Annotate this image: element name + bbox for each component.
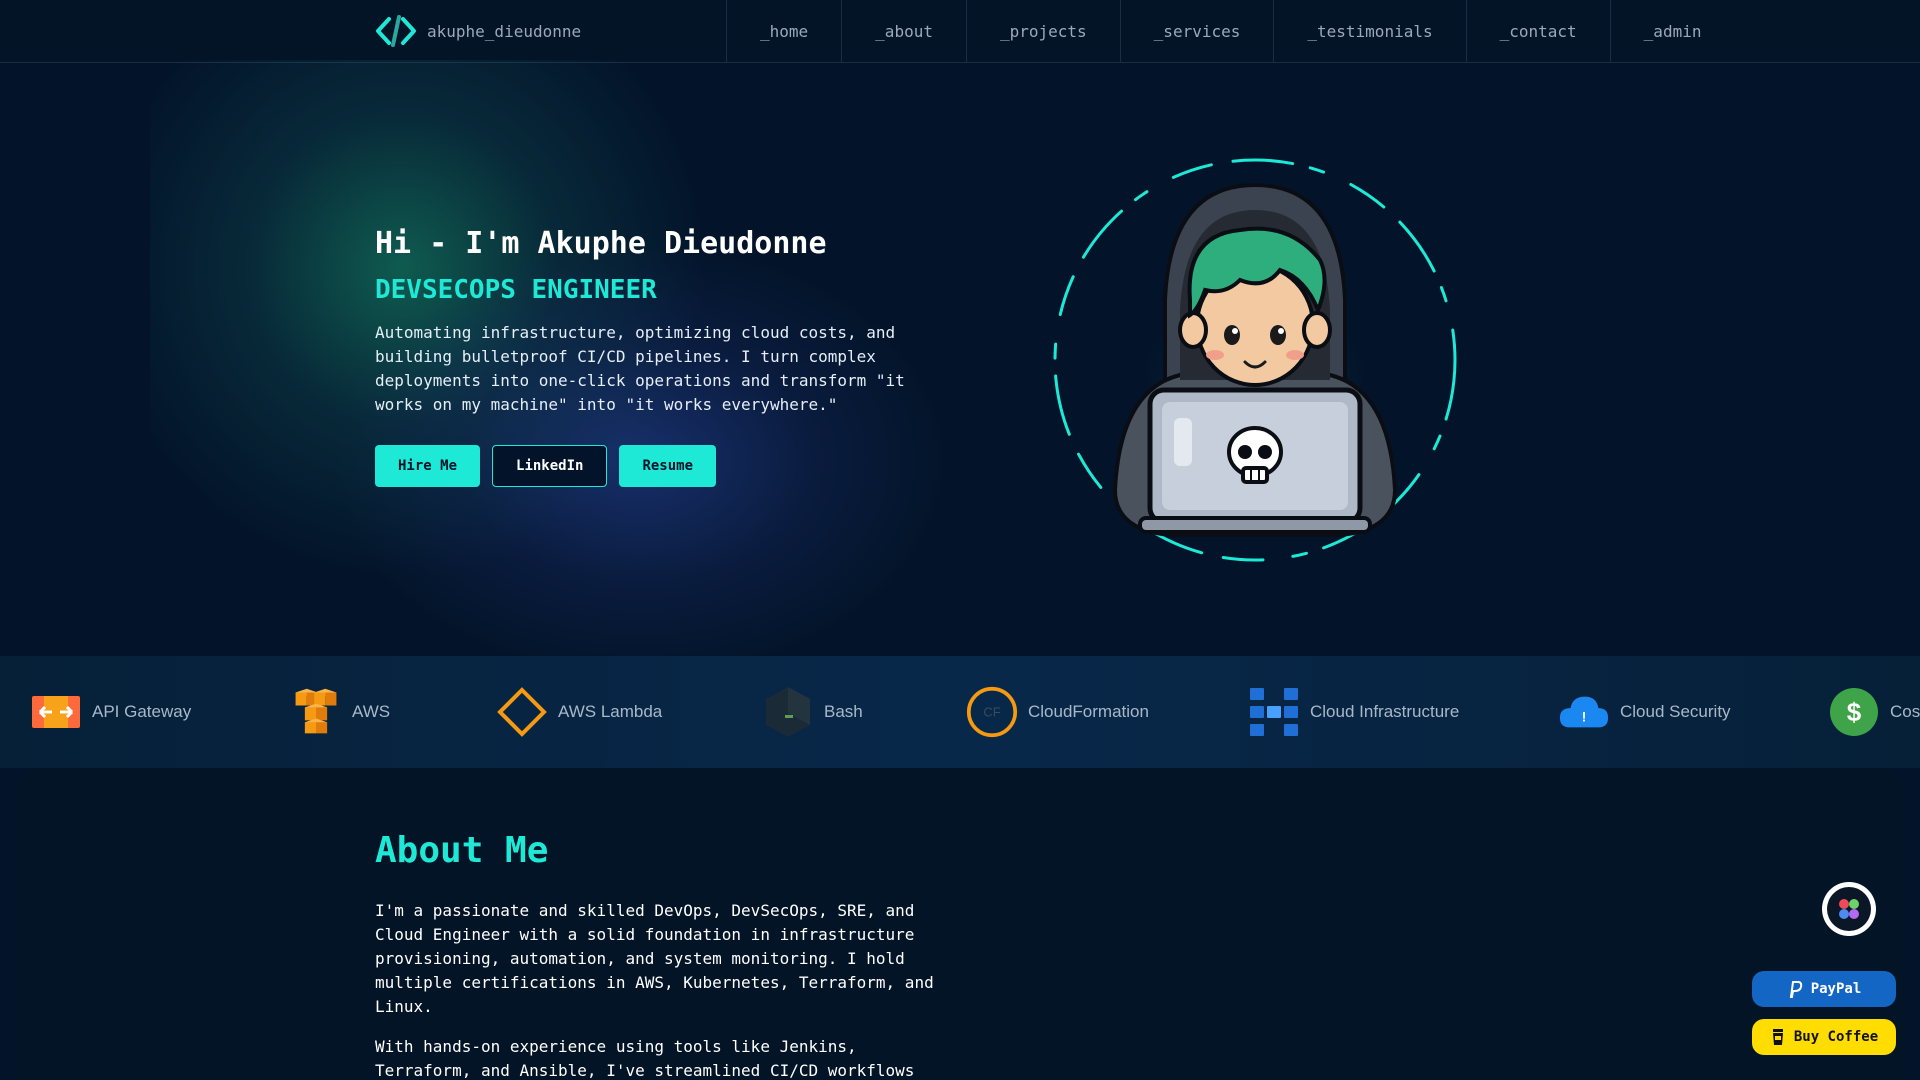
brand-link[interactable]: akuphe_dieudonne	[375, 12, 581, 50]
hero-description: Automating infrastructure, optimizing cl…	[375, 323, 905, 414]
about-section: About Me I'm a passionate and skilled De…	[375, 830, 955, 1080]
about-panel	[15, 768, 1905, 1080]
hire-me-button[interactable]: Hire Me	[375, 445, 481, 487]
bash-icon	[762, 686, 814, 738]
tech-item-bash: Bash	[762, 656, 863, 768]
resume-button[interactable]: Resume	[619, 445, 717, 487]
nav-contact[interactable]: _contact	[1465, 0, 1610, 63]
palette-icon	[1827, 887, 1871, 931]
tech-item-aws-lambda: AWS Lambda	[496, 656, 662, 768]
tech-label: AWS Lambda	[558, 702, 663, 721]
tech-item-cloud-security: ! Cloud Security	[1558, 656, 1731, 768]
nav-home[interactable]: _home	[726, 0, 841, 63]
hero-section: Hi - I'm Akuphe Dieudonne DEVSECOPS ENGI…	[375, 226, 975, 487]
tech-label: CloudFormation	[1028, 702, 1149, 721]
buy-coffee-button[interactable]: Buy Coffee	[1752, 1019, 1896, 1055]
brand-name: akuphe_dieudonne	[427, 21, 582, 41]
about-title: About Me	[375, 830, 549, 871]
hero-role: DEVSECOPS ENGINEER	[375, 275, 657, 305]
cloud-infrastructure-icon	[1248, 686, 1300, 738]
tech-label: Cloud Security	[1620, 702, 1731, 721]
nav-links: _home _about _projects _services _testim…	[726, 0, 1734, 63]
hero-greeting: Hi - I'm Akuphe Dieudonne	[375, 226, 827, 261]
tech-item-cost: $ Cos	[1828, 656, 1920, 768]
tech-item-aws: AWS	[290, 656, 390, 768]
cloudformation-icon: CF	[966, 686, 1018, 738]
svg-text:CF: CF	[983, 705, 1000, 720]
paypal-label: PayPal	[1810, 981, 1862, 997]
color-palette-fab[interactable]	[1822, 882, 1876, 936]
tech-item-cloudformation: CF CloudFormation	[966, 656, 1149, 768]
hacker-avatar-illustration	[1040, 150, 1470, 570]
tech-label: API Gateway	[92, 702, 192, 721]
paypal-icon	[1789, 981, 1802, 998]
nav-testimonials[interactable]: _testimonials	[1273, 0, 1465, 63]
code-logo-icon	[376, 15, 416, 47]
top-navbar: akuphe_dieudonne _home _about _projects …	[0, 0, 1920, 63]
linkedin-button[interactable]: LinkedIn	[492, 445, 608, 487]
nav-about[interactable]: _about	[841, 0, 966, 63]
aws-icon	[290, 686, 342, 738]
tech-label: Cos	[1890, 702, 1920, 721]
tech-label: Cloud Infrastructure	[1310, 702, 1460, 721]
nav-services[interactable]: _services	[1119, 0, 1274, 63]
about-paragraph-2: With hands-on experience using tools lik…	[375, 1037, 915, 1080]
tech-label: AWS	[352, 702, 391, 721]
tech-item-api-gateway: API Gateway	[30, 656, 191, 768]
coffee-cup-icon	[1772, 1029, 1783, 1045]
svg-text:!: !	[1582, 710, 1587, 725]
hero-buttons: Hire Me LinkedIn Resume	[375, 445, 975, 487]
tech-label: Bash	[824, 702, 863, 721]
api-gateway-icon	[30, 686, 82, 738]
nav-projects[interactable]: _projects	[965, 0, 1120, 63]
paypal-button[interactable]: PayPal	[1752, 971, 1896, 1007]
svg-text:$: $	[1847, 697, 1862, 727]
coffee-label: Buy Coffee	[1793, 1029, 1879, 1045]
nav-admin[interactable]: _admin	[1609, 0, 1735, 63]
cost-icon: $	[1828, 686, 1880, 738]
tech-logo-strip: API Gateway AWS AWS Lambda Bash CF Cloud…	[0, 656, 1920, 768]
cloud-security-icon: !	[1558, 686, 1610, 738]
about-paragraph-1: I'm a passionate and skilled DevOps, Dev…	[375, 901, 934, 1016]
tech-item-cloud-infrastructure: Cloud Infrastructure	[1248, 656, 1459, 768]
aws-lambda-icon	[496, 686, 548, 738]
